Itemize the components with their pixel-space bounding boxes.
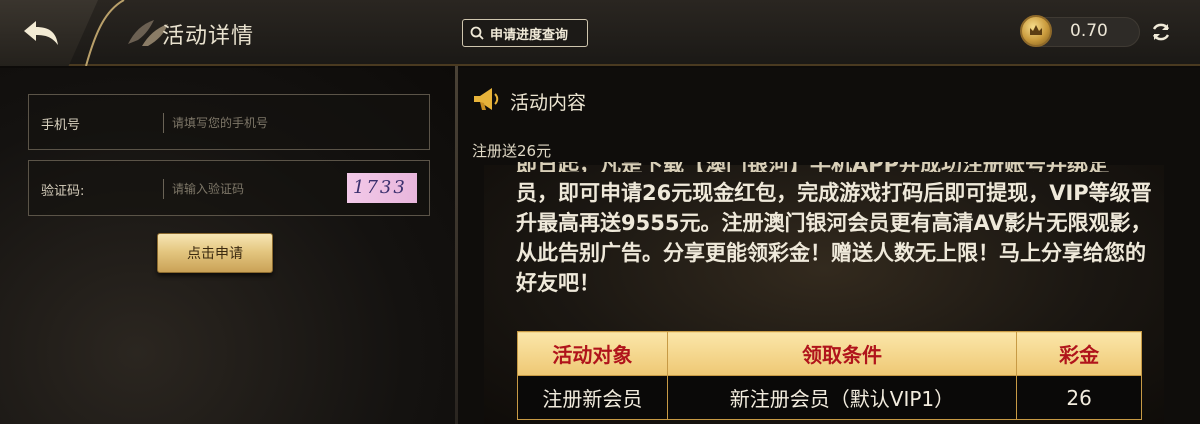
apply-button[interactable]: 点击申请 — [157, 233, 273, 273]
crown-coin-icon — [1020, 15, 1052, 47]
phone-input[interactable] — [163, 113, 353, 133]
application-progress-query-button[interactable]: 申请进度查询 — [462, 19, 588, 47]
top-bar: 活动详情 申请进度查询 0.70 — [0, 0, 1200, 66]
refresh-icon[interactable] — [1150, 21, 1172, 43]
back-arrow-icon — [24, 21, 58, 45]
table-cell: 26 — [1016, 375, 1142, 420]
promo-description: 员，即可申请26元现金红包，完成游戏打码后即可提现，VIP等级晋升最高再送955… — [516, 181, 1152, 295]
search-icon — [470, 26, 484, 40]
table-header-row: 活动对象 领取条件 彩金 — [517, 331, 1142, 376]
balance-value: 0.70 — [1070, 21, 1108, 41]
code-input[interactable] — [163, 179, 339, 199]
page-title: 活动详情 — [162, 24, 255, 49]
table-row: 注册新会员 新注册会员（默认VIP1） 26 — [517, 375, 1142, 420]
header-separator — [85, 0, 125, 66]
table-cell: 注册新会员 — [517, 375, 668, 420]
table-header: 领取条件 — [666, 331, 1018, 376]
phone-field: 手机号 — [28, 94, 430, 150]
query-button-label: 申请进度查询 — [490, 27, 569, 43]
activity-subtitle: 注册送26元 — [472, 142, 552, 160]
content-heading: 活动内容 — [510, 92, 587, 114]
reward-table: 活动对象 领取条件 彩金 注册新会员 新注册会员（默认VIP1） 26 — [517, 331, 1142, 420]
verification-code-field: 验证码: 1733 — [28, 160, 430, 216]
table-header: 彩金 — [1016, 331, 1142, 376]
phone-label: 手机号 — [41, 118, 81, 133]
table-cell: 新注册会员（默认VIP1） — [666, 375, 1018, 420]
table-header: 活动对象 — [517, 331, 668, 376]
code-label: 验证码: — [41, 184, 85, 199]
captcha-image[interactable]: 1733 — [347, 173, 417, 203]
megaphone-icon — [474, 88, 499, 110]
